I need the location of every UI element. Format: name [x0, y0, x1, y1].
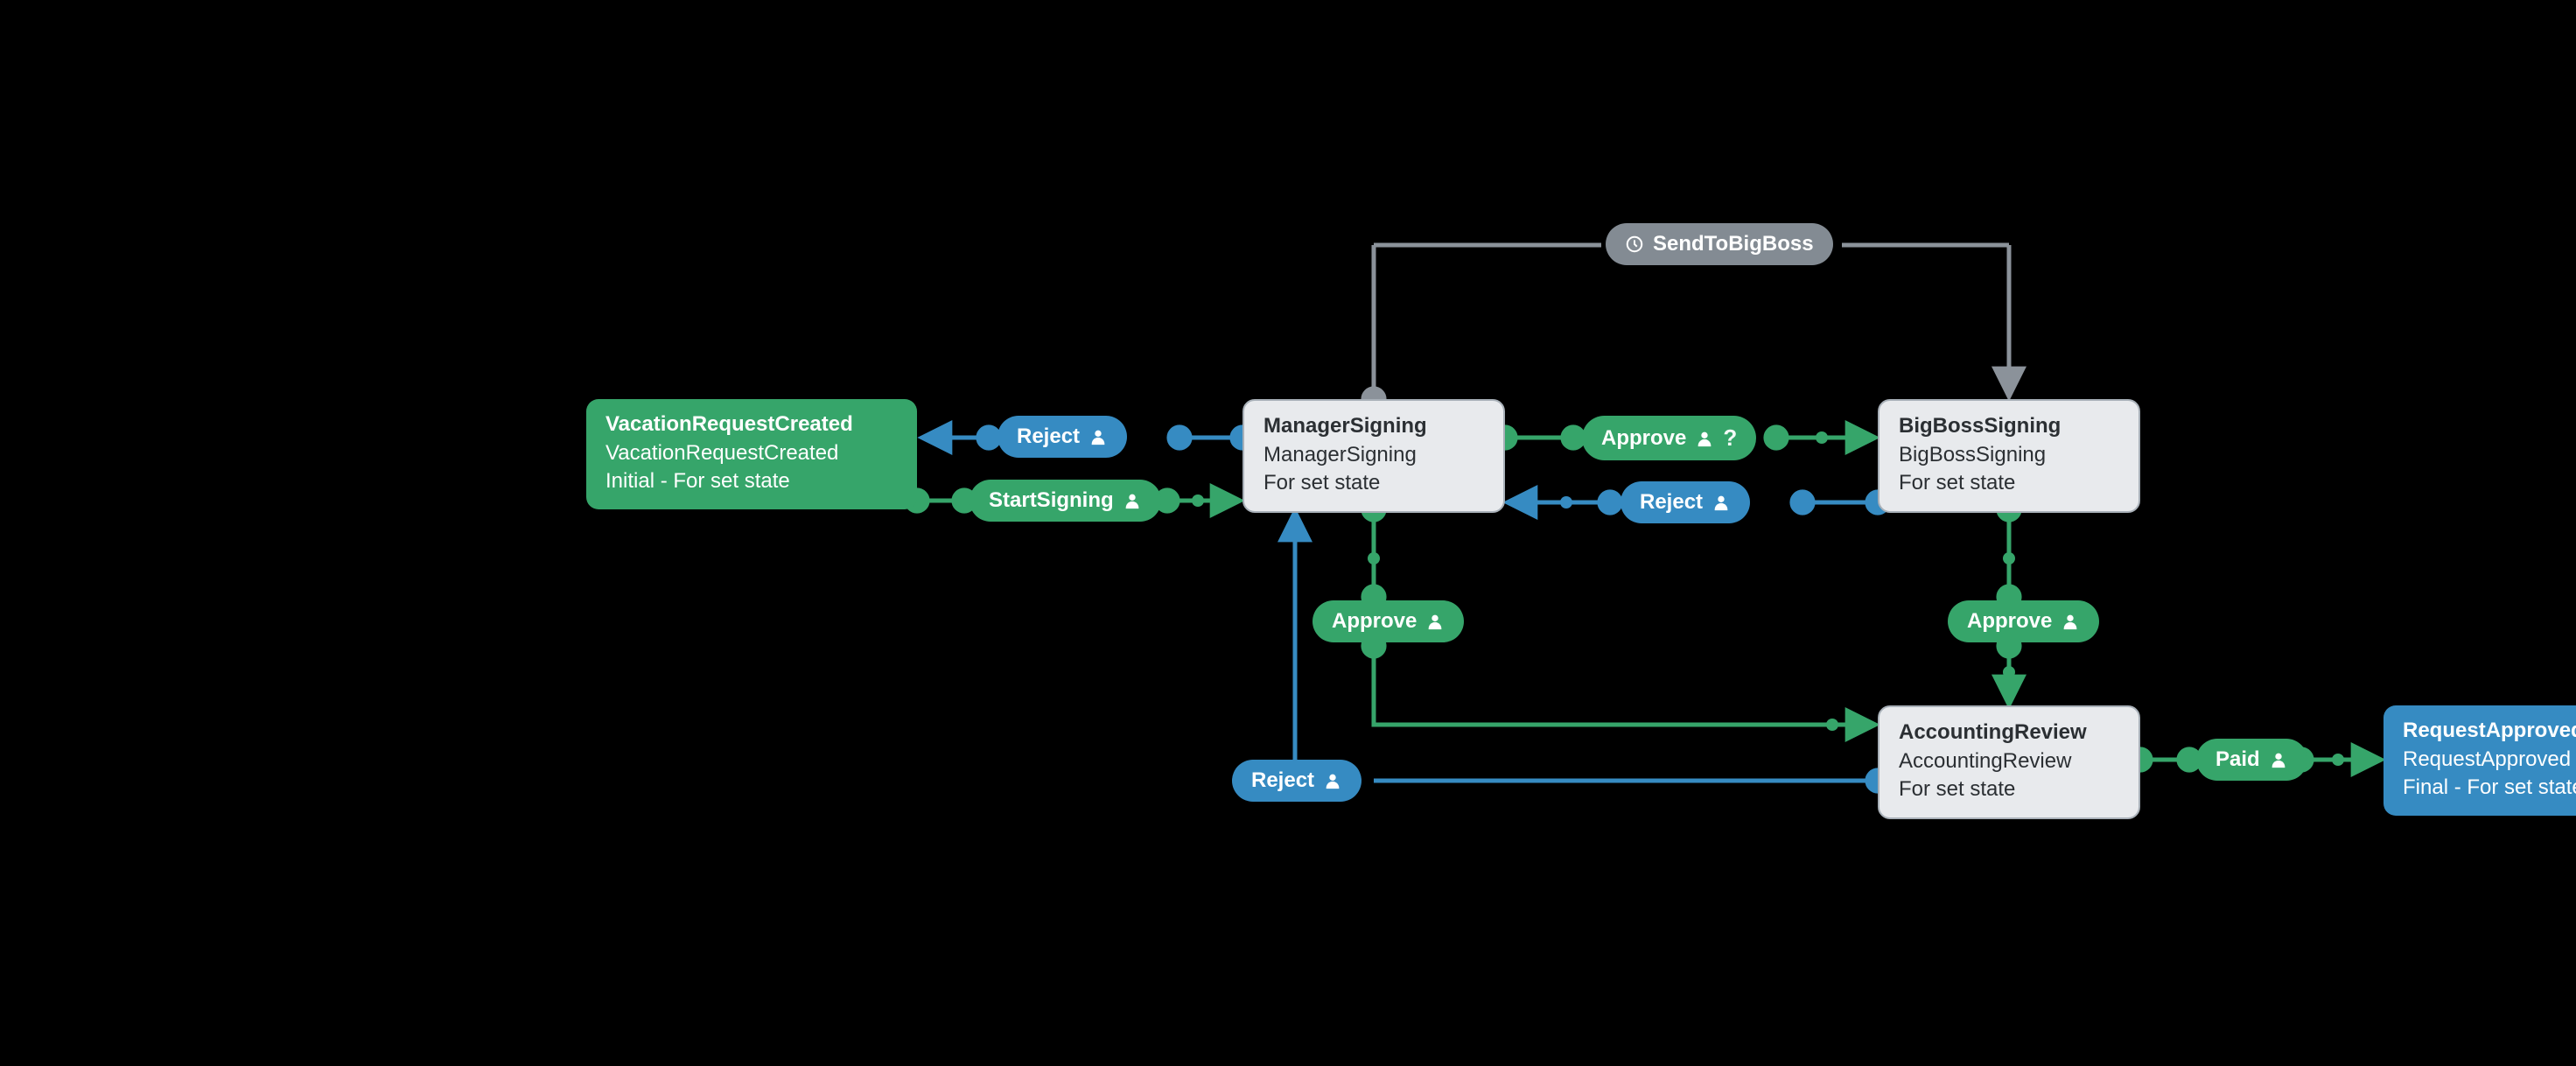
question-icon: ?	[1723, 424, 1737, 452]
node-title: AccountingReview	[1899, 719, 2119, 747]
badge-approve[interactable]: Approve ?	[1582, 416, 1756, 460]
user-icon	[1088, 427, 1108, 446]
node-subtitle: ManagerSigning	[1264, 442, 1484, 469]
node-meta: For set state	[1899, 470, 2119, 497]
badge-label: Approve	[1967, 609, 2052, 634]
user-icon	[1695, 429, 1714, 448]
workflow-diagram: VacationRequestCreated VacationRequestCr…	[0, 0, 2576, 1066]
node-meta: For set state	[1899, 776, 2119, 803]
badge-label: Approve	[1332, 609, 1417, 634]
badge-approve[interactable]: Approve	[1312, 600, 1464, 642]
badge-label: SendToBigBoss	[1653, 232, 1814, 256]
node-meta: Initial - For set state	[606, 468, 898, 495]
badge-label: StartSigning	[989, 488, 1114, 513]
user-icon	[1123, 491, 1142, 510]
node-vacation-request-created[interactable]: VacationRequestCreated VacationRequestCr…	[586, 399, 917, 509]
badge-reject[interactable]: Reject	[998, 416, 1127, 458]
badge-label: Reject	[1251, 768, 1314, 793]
edge-sendtobigboss	[1374, 245, 2009, 399]
node-subtitle: BigBossSigning	[1899, 442, 2119, 469]
node-meta: Final - For set state	[2403, 775, 2576, 802]
user-icon	[1425, 612, 1445, 631]
badge-reject[interactable]: Reject	[1620, 481, 1750, 523]
node-title: BigBossSigning	[1899, 413, 2119, 440]
node-request-approved[interactable]: RequestApproved RequestApproved Final - …	[2384, 705, 2576, 816]
badge-label: Paid	[2216, 747, 2260, 772]
node-meta: For set state	[1264, 470, 1484, 497]
badge-label: Reject	[1640, 490, 1703, 515]
badge-sendtobigboss[interactable]: SendToBigBoss	[1606, 223, 1833, 265]
edge-reject-accounting-to-manager	[1242, 513, 1878, 781]
node-title: VacationRequestCreated	[606, 411, 898, 438]
node-subtitle: RequestApproved	[2403, 747, 2576, 774]
user-icon	[1323, 771, 1342, 790]
badge-paid[interactable]: Paid	[2196, 739, 2307, 781]
badge-label: Reject	[1017, 424, 1080, 449]
badge-label: Approve	[1601, 426, 1686, 451]
badge-approve[interactable]: Approve	[1948, 600, 2099, 642]
node-subtitle: VacationRequestCreated	[606, 440, 898, 467]
badge-startsigning[interactable]: StartSigning	[970, 480, 1161, 522]
node-accounting-review[interactable]: AccountingReview AccountingReview For se…	[1878, 705, 2140, 819]
edges-layer	[0, 0, 2576, 1066]
node-manager-signing[interactable]: ManagerSigning ManagerSigning For set st…	[1242, 399, 1505, 513]
node-bigboss-signing[interactable]: BigBossSigning BigBossSigning For set st…	[1878, 399, 2140, 513]
badge-reject[interactable]: Reject	[1232, 760, 1362, 802]
node-title: RequestApproved	[2403, 718, 2576, 745]
user-icon	[2269, 750, 2288, 769]
node-title: ManagerSigning	[1264, 413, 1484, 440]
user-icon	[2061, 612, 2080, 631]
node-subtitle: AccountingReview	[1899, 748, 2119, 775]
user-icon	[1712, 493, 1731, 512]
clock-icon	[1625, 235, 1644, 254]
